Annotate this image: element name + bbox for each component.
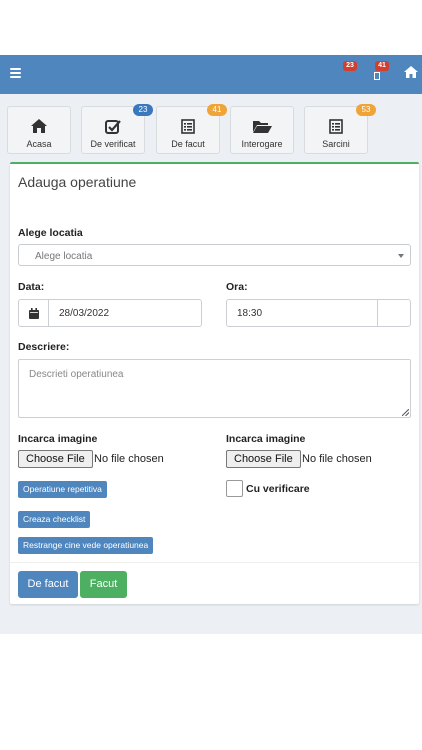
time-addon[interactable] — [377, 299, 411, 327]
home-icon — [31, 119, 47, 133]
badge-de-verificat: 23 — [133, 104, 153, 116]
footer-divider — [10, 562, 419, 563]
date-value: 28/03/2022 — [59, 308, 110, 319]
location-label: Alege locatia — [18, 227, 83, 239]
tile-label: Sarcini — [322, 139, 350, 149]
time-input[interactable]: 18:30 — [226, 299, 378, 327]
upload-label-1: Incarca imagine — [18, 433, 98, 445]
description-label: Descriere: — [18, 341, 70, 353]
create-checklist-button[interactable]: Creaza checklist — [18, 511, 91, 528]
tile-label: Acasa — [26, 139, 52, 149]
calendar-icon — [29, 308, 39, 319]
no-file-text-2: No file chosen — [302, 453, 372, 465]
choose-file-button-2[interactable]: Choose File — [226, 450, 301, 468]
folder-open-icon — [253, 121, 272, 133]
todo-button[interactable]: De facut — [18, 571, 78, 598]
badge-sarcini: 53 — [356, 104, 376, 116]
calendar-addon[interactable] — [18, 299, 49, 327]
date-label: Data: — [18, 281, 45, 293]
repetitive-operation-button[interactable]: Operatiune repetitiva — [18, 481, 107, 498]
app-screen: 23 41 Acasa De verificat De facut Intero… — [0, 0, 422, 750]
tasks-badge[interactable]: 41 — [375, 61, 389, 71]
restrict-visibility-button[interactable]: Restrange cine vede operatiunea — [18, 537, 154, 554]
tile-interogare[interactable]: Interogare — [230, 106, 294, 154]
time-value: 18:30 — [237, 308, 263, 319]
home-nav-icon[interactable] — [404, 66, 418, 78]
verification-checkbox[interactable] — [226, 480, 243, 497]
tile-acasa[interactable]: Acasa — [7, 106, 71, 154]
upload-label-2: Incarca imagine — [226, 433, 306, 445]
checkbox-icon — [105, 120, 121, 134]
tile-label: De verificat — [90, 139, 136, 149]
description-placeholder: Descrieti operatiunea — [29, 369, 124, 380]
location-select[interactable]: Alege locatia — [18, 244, 411, 266]
menu-icon[interactable] — [10, 68, 21, 78]
time-label: Ora: — [226, 281, 248, 293]
no-file-text-1: No file chosen — [94, 453, 164, 465]
date-input[interactable]: 28/03/2022 — [48, 299, 202, 327]
chevron-down-icon — [398, 254, 404, 258]
verification-label: Cu verificare — [246, 483, 310, 495]
badge-de-facut: 41 — [207, 104, 227, 116]
notifications-badge[interactable]: 23 — [343, 61, 357, 71]
add-operation-panel: Adauga operatiune Alege locatia Alege lo… — [10, 162, 419, 604]
choose-file-button-1[interactable]: Choose File — [18, 450, 93, 468]
top-navbar: 23 41 — [0, 55, 422, 94]
tasks-icon[interactable] — [374, 72, 380, 80]
location-placeholder: Alege locatia — [35, 251, 93, 262]
resize-handle-icon[interactable] — [402, 409, 409, 416]
description-textarea[interactable]: Descrieti operatiunea — [18, 359, 411, 418]
list-icon — [181, 119, 195, 134]
tile-label: Interogare — [241, 139, 283, 149]
tile-label: De facut — [171, 139, 205, 149]
panel-title: Adauga operatiune — [18, 174, 137, 190]
done-button[interactable]: Facut — [80, 571, 127, 598]
list-icon — [329, 119, 343, 134]
